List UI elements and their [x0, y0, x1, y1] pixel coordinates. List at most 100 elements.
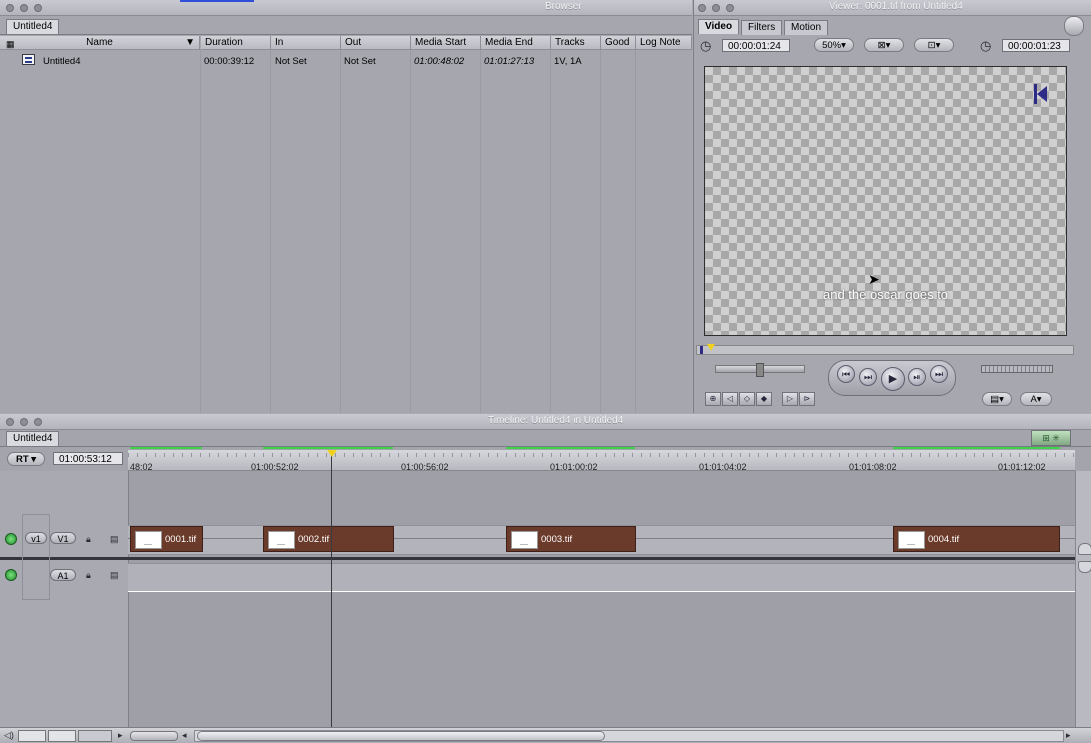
close-button[interactable]	[6, 4, 14, 12]
play-button[interactable]: ▶	[881, 367, 905, 391]
clapboard-icon: ▦	[6, 39, 15, 49]
playhead-icon[interactable]	[327, 450, 337, 457]
row-out: Not Set	[344, 56, 376, 67]
close-button[interactable]	[698, 4, 706, 12]
clip-overlays-toggle[interactable]	[48, 730, 76, 742]
chevron-down-icon: ▾	[31, 454, 37, 465]
mark-in-button[interactable]: ◁	[722, 392, 738, 406]
minimize-button[interactable]	[20, 418, 28, 426]
column-divider	[635, 50, 636, 413]
speaker-icon[interactable]	[5, 569, 17, 581]
clip-thumbnail	[898, 531, 925, 549]
sort-arrow-icon: ▼	[185, 37, 195, 48]
timeline-tab-untitled4[interactable]: Untitled4	[6, 431, 60, 446]
minimize-button[interactable]	[20, 4, 28, 12]
transport-controls: ⏮ ⏭ ▶ ⏯ ⏭	[828, 360, 956, 396]
rt-popup[interactable]: RT ▾	[7, 452, 45, 466]
column-header-good[interactable]: Good	[601, 36, 636, 50]
video-audio-divider[interactable]	[0, 557, 1075, 560]
match-frame-button[interactable]: ⊕	[705, 392, 721, 406]
timeline-track-area[interactable]	[128, 471, 1075, 727]
play-around-button[interactable]: ⏯	[908, 368, 926, 386]
zoom-slider[interactable]	[130, 731, 178, 741]
timecode-clock-icon: ◷	[980, 38, 992, 53]
browser-titlebar[interactable]: Browser	[0, 0, 692, 16]
close-button[interactable]	[6, 418, 14, 426]
viewer-titlebar[interactable]: Viewer: 0001.tif from Untitled4	[694, 0, 1091, 16]
lock-icon[interactable]: 🔒︎	[86, 569, 91, 581]
generator-popup[interactable]: A▾	[1020, 392, 1052, 406]
timeline-timecode-field[interactable]: 01:00:53:12	[53, 452, 123, 465]
column-header-duration[interactable]: Duration	[201, 36, 271, 50]
chevron-right-icon[interactable]: ▸	[118, 729, 123, 741]
text-generator-icon: A▾	[1030, 394, 1042, 405]
film-icon[interactable]: ▤	[110, 569, 119, 581]
zoom-button[interactable]	[34, 4, 42, 12]
column-header-media-start[interactable]: Media Start	[411, 36, 481, 50]
play-in-to-out-button[interactable]: ⏭	[859, 368, 877, 386]
clip[interactable]: 0004.tif	[893, 526, 1060, 552]
column-header-tracks[interactable]: Tracks	[551, 36, 601, 50]
column-header-log-note[interactable]: Log Note	[636, 36, 692, 50]
playhead-icon[interactable]	[707, 344, 715, 351]
scroll-capsule[interactable]	[1064, 16, 1084, 36]
mark-out-button[interactable]: ▷	[782, 392, 798, 406]
duration-timecode-field[interactable]: 00:00:01:24	[722, 39, 790, 52]
destination-track-v1[interactable]: V1	[50, 532, 76, 544]
snapping-linking-toggles[interactable]: ⊞ ✳	[1031, 430, 1071, 446]
current-timecode-field[interactable]: 00:00:01:23	[1002, 39, 1070, 52]
clip[interactable]: 0001.tif	[130, 526, 203, 552]
browser-tab-untitled4[interactable]: Untitled4	[6, 19, 60, 34]
clip[interactable]: 0003.tif	[506, 526, 636, 552]
add-marker-button[interactable]: ◇	[739, 392, 755, 406]
lock-icon[interactable]: 🔒︎	[86, 533, 91, 545]
tab-motion[interactable]: Motion	[784, 20, 829, 35]
sequence-icon	[22, 54, 35, 65]
jog-wheel[interactable]	[981, 365, 1053, 373]
film-icon[interactable]: ▤	[110, 533, 119, 545]
zoom-button[interactable]	[726, 4, 734, 12]
shuttle-slider[interactable]	[715, 363, 805, 377]
previous-edit-button[interactable]: ⏮	[837, 365, 855, 383]
track-height-button[interactable]	[18, 730, 46, 742]
viewer-scrubber[interactable]	[696, 344, 1074, 355]
in-point-icon	[700, 346, 703, 354]
playhead-line[interactable]	[331, 452, 332, 727]
shuttle-thumb[interactable]	[756, 363, 764, 377]
mark-clip-button[interactable]: ⊳	[799, 392, 815, 406]
clip-thumbnail	[511, 531, 538, 549]
zoom-popup[interactable]: 50%▾	[814, 38, 854, 52]
vertical-scrollbar[interactable]	[1075, 471, 1091, 727]
timeline-titlebar[interactable]: Timeline: Untitled4 in Untitled4	[0, 414, 1091, 430]
horizontal-scrollbar[interactable]	[194, 730, 1064, 742]
chevron-right-icon[interactable]: ▸	[1066, 729, 1071, 741]
destination-track-a1[interactable]: A1	[50, 569, 76, 581]
minimize-button[interactable]	[712, 4, 720, 12]
display-popup[interactable]: ⊡▾	[914, 38, 954, 52]
zoom-button[interactable]	[34, 418, 42, 426]
view-popup[interactable]: ⊠▾	[864, 38, 904, 52]
tab-filters[interactable]: Filters	[741, 20, 783, 35]
audio-track-a1[interactable]	[128, 563, 1075, 592]
next-edit-button[interactable]: ⏭	[930, 365, 948, 383]
column-header-name[interactable]: ▦ Name ▼	[0, 36, 200, 50]
scroll-thumb-upper[interactable]	[1078, 543, 1091, 555]
source-patch-v1[interactable]: v1	[25, 532, 47, 544]
table-row[interactable]: Untitled4 00:00:39:12 Not Set Not Set 01…	[0, 52, 692, 68]
scroll-thumb[interactable]	[197, 731, 605, 741]
add-keyframe-button[interactable]: ◆	[756, 392, 772, 406]
speaker-icon[interactable]: ◁)	[4, 729, 14, 741]
chevron-left-icon[interactable]: ◂	[182, 729, 187, 741]
scroll-thumb-lower[interactable]	[1078, 561, 1091, 573]
column-header-media-end[interactable]: Media End	[481, 36, 551, 50]
recent-clips-popup[interactable]: ▤▾	[982, 392, 1012, 406]
selection-indicator	[180, 0, 254, 2]
track-size-selector[interactable]	[78, 730, 112, 742]
clip[interactable]: 0002.tif	[263, 526, 394, 552]
column-header-out[interactable]: Out	[341, 36, 411, 50]
column-divider	[340, 50, 341, 413]
column-header-in[interactable]: In	[271, 36, 341, 50]
tab-video[interactable]: Video	[698, 19, 740, 34]
track-visibility-icon[interactable]	[5, 533, 17, 545]
viewer-canvas[interactable]: and the oscar goes to ➤	[704, 66, 1067, 336]
